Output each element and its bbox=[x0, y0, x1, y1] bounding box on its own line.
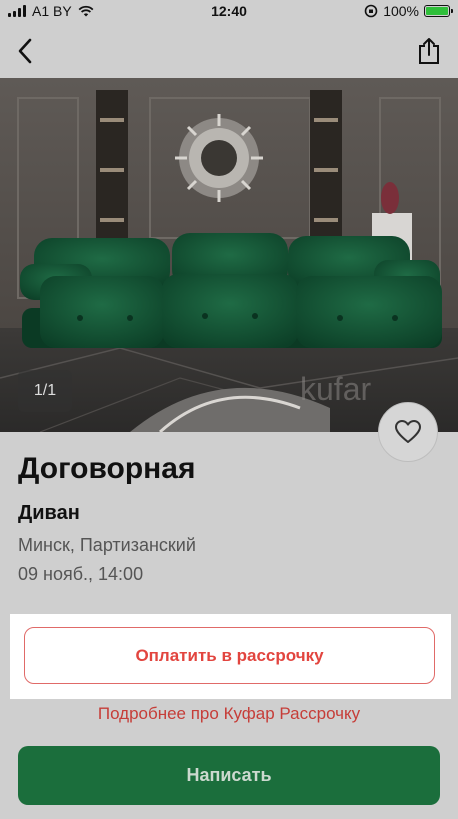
write-message-button[interactable]: Написать bbox=[18, 746, 440, 805]
status-bar: A1 BY 12:40 100% bbox=[0, 0, 458, 24]
top-bar bbox=[0, 24, 458, 78]
photo-counter: 1/1 bbox=[18, 370, 72, 412]
share-icon bbox=[419, 38, 439, 64]
listing-date: 09 нояб., 14:00 bbox=[18, 564, 144, 584]
installment-info-link[interactable]: Подробнее про Куфар Рассрочку bbox=[0, 704, 458, 724]
listing-location: Минск, Партизанский bbox=[18, 535, 196, 555]
listing-title: Диван bbox=[18, 502, 80, 524]
rotation-lock-icon bbox=[364, 4, 378, 18]
favorite-button[interactable] bbox=[378, 402, 438, 462]
installment-button[interactable]: Оплатить в рассрочку bbox=[24, 627, 435, 684]
listing-price: Договорная bbox=[18, 452, 196, 485]
photo-watermark: kufar bbox=[300, 371, 371, 407]
back-icon bbox=[18, 38, 32, 64]
share-button[interactable] bbox=[412, 34, 446, 68]
battery-icon bbox=[424, 5, 453, 17]
battery-percent: 100% bbox=[383, 3, 419, 19]
back-button[interactable] bbox=[8, 34, 42, 68]
status-right: 100% bbox=[364, 3, 453, 19]
heart-icon bbox=[395, 420, 421, 443]
